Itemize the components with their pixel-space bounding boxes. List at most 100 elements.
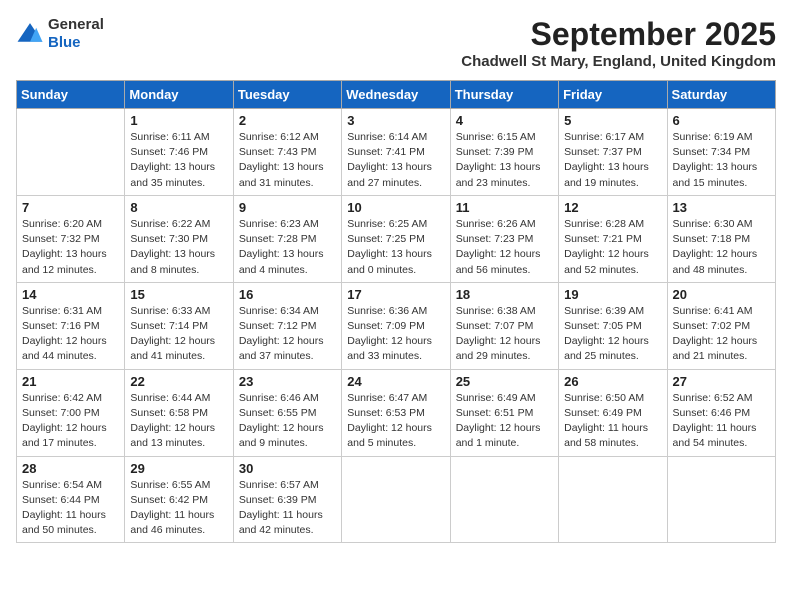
weekday-header-thursday: Thursday xyxy=(450,81,558,109)
day-info: Sunrise: 6:23 AM Sunset: 7:28 PM Dayligh… xyxy=(239,217,336,278)
day-info: Sunrise: 6:22 AM Sunset: 7:30 PM Dayligh… xyxy=(130,217,227,278)
day-cell-17: 17 Sunrise: 6:36 AM Sunset: 7:09 PM Dayli… xyxy=(342,282,450,369)
day-cell-2: 2 Sunrise: 6:12 AM Sunset: 7:43 PM Daylig… xyxy=(233,109,341,196)
day-number: 25 xyxy=(456,374,553,389)
day-info: Sunrise: 6:42 AM Sunset: 7:00 PM Dayligh… xyxy=(22,391,119,452)
day-info: Sunrise: 6:39 AM Sunset: 7:05 PM Dayligh… xyxy=(564,304,661,365)
empty-cell xyxy=(450,456,558,543)
page-header: General Blue September 2025 Chadwell St … xyxy=(16,16,776,70)
day-number: 10 xyxy=(347,200,444,215)
day-info: Sunrise: 6:26 AM Sunset: 7:23 PM Dayligh… xyxy=(456,217,553,278)
day-cell-16: 16Sunrise: 6:34 AM Sunset: 7:12 PM Dayli… xyxy=(233,282,341,369)
day-info: Sunrise: 6:30 AM Sunset: 7:18 PM Dayligh… xyxy=(673,217,770,278)
logo: General Blue xyxy=(16,16,104,52)
day-number: 5 xyxy=(564,113,661,128)
day-cell-20: 20 Sunrise: 6:41 AM Sunset: 7:02 PM Dayli… xyxy=(667,282,775,369)
weekday-header-tuesday: Tuesday xyxy=(233,81,341,109)
weekday-header-sunday: Sunday xyxy=(17,81,125,109)
day-cell-18: 18Sunrise: 6:38 AM Sunset: 7:07 PM Dayli… xyxy=(450,282,558,369)
day-cell-1: 1 Sunrise: 6:11 AM Sunset: 7:46 PM Daylig… xyxy=(125,109,233,196)
day-number: 3 xyxy=(347,113,444,128)
day-number: 4 xyxy=(456,113,553,128)
day-info: Sunrise: 6:14 AM Sunset: 7:41 PM Dayligh… xyxy=(347,130,444,191)
day-number: 13 xyxy=(673,200,770,215)
day-number: 8 xyxy=(130,200,227,215)
day-info: Sunrise: 6:52 AM Sunset: 6:46 PM Dayligh… xyxy=(673,391,770,452)
day-number: 11 xyxy=(456,200,553,215)
day-cell-25: 25Sunrise: 6:49 AM Sunset: 6:51 PM Dayli… xyxy=(450,369,558,456)
day-cell-13: 13 Sunrise: 6:30 AM Sunset: 7:18 PM Dayli… xyxy=(667,195,775,282)
day-info: Sunrise: 6:19 AM Sunset: 7:34 PM Dayligh… xyxy=(673,130,770,191)
day-info: Sunrise: 6:41 AM Sunset: 7:02 PM Dayligh… xyxy=(673,304,770,365)
month-title: September 2025 xyxy=(461,16,776,53)
day-info: Sunrise: 6:50 AM Sunset: 6:49 PM Dayligh… xyxy=(564,391,661,452)
day-number: 17 xyxy=(347,287,444,302)
day-number: 15 xyxy=(130,287,227,302)
week-row-5: 28 Sunrise: 6:54 AM Sunset: 6:44 PM Dayli… xyxy=(17,456,776,543)
day-number: 18 xyxy=(456,287,553,302)
day-info: Sunrise: 6:17 AM Sunset: 7:37 PM Dayligh… xyxy=(564,130,661,191)
day-cell-10: 10 Sunrise: 6:25 AM Sunset: 7:25 PM Dayli… xyxy=(342,195,450,282)
day-number: 21 xyxy=(22,374,119,389)
day-number: 29 xyxy=(130,461,227,476)
day-number: 16 xyxy=(239,287,336,302)
day-number: 14 xyxy=(22,287,119,302)
day-number: 12 xyxy=(564,200,661,215)
day-cell-21: 21 Sunrise: 6:42 AM Sunset: 7:00 PM Dayli… xyxy=(17,369,125,456)
day-cell-29: 29 Sunrise: 6:55 AM Sunset: 6:42 PM Dayli… xyxy=(125,456,233,543)
day-number: 24 xyxy=(347,374,444,389)
day-number: 19 xyxy=(564,287,661,302)
weekday-header-row: SundayMondayTuesdayWednesdayThursdayFrid… xyxy=(17,81,776,109)
day-cell-24: 24 Sunrise: 6:47 AM Sunset: 6:53 PM Dayli… xyxy=(342,369,450,456)
day-info: Sunrise: 6:12 AM Sunset: 7:43 PM Dayligh… xyxy=(239,130,336,191)
day-number: 9 xyxy=(239,200,336,215)
day-cell-7: 7 Sunrise: 6:20 AM Sunset: 7:32 PM Daylig… xyxy=(17,195,125,282)
day-info: Sunrise: 6:47 AM Sunset: 6:53 PM Dayligh… xyxy=(347,391,444,452)
week-row-1: 1 Sunrise: 6:11 AM Sunset: 7:46 PM Daylig… xyxy=(17,109,776,196)
day-info: Sunrise: 6:44 AM Sunset: 6:58 PM Dayligh… xyxy=(130,391,227,452)
day-info: Sunrise: 6:31 AM Sunset: 7:16 PM Dayligh… xyxy=(22,304,119,365)
weekday-header-saturday: Saturday xyxy=(667,81,775,109)
day-info: Sunrise: 6:28 AM Sunset: 7:21 PM Dayligh… xyxy=(564,217,661,278)
location: Chadwell St Mary, England, United Kingdo… xyxy=(461,53,776,70)
day-cell-14: 14 Sunrise: 6:31 AM Sunset: 7:16 PM Dayli… xyxy=(17,282,125,369)
day-cell-12: 12 Sunrise: 6:28 AM Sunset: 7:21 PM Dayli… xyxy=(559,195,667,282)
day-info: Sunrise: 6:11 AM Sunset: 7:46 PM Dayligh… xyxy=(130,130,227,191)
day-info: Sunrise: 6:54 AM Sunset: 6:44 PM Dayligh… xyxy=(22,478,119,539)
day-number: 2 xyxy=(239,113,336,128)
day-info: Sunrise: 6:25 AM Sunset: 7:25 PM Dayligh… xyxy=(347,217,444,278)
day-number: 7 xyxy=(22,200,119,215)
day-info: Sunrise: 6:55 AM Sunset: 6:42 PM Dayligh… xyxy=(130,478,227,539)
day-cell-4: 4 Sunrise: 6:15 AM Sunset: 7:39 PM Daylig… xyxy=(450,109,558,196)
day-info: Sunrise: 6:57 AM Sunset: 6:39 PM Dayligh… xyxy=(239,478,336,539)
day-number: 28 xyxy=(22,461,119,476)
title-area: September 2025 Chadwell St Mary, England… xyxy=(461,16,776,70)
day-number: 22 xyxy=(130,374,227,389)
week-row-4: 21 Sunrise: 6:42 AM Sunset: 7:00 PM Dayli… xyxy=(17,369,776,456)
day-info: Sunrise: 6:20 AM Sunset: 7:32 PM Dayligh… xyxy=(22,217,119,278)
logo-icon xyxy=(16,20,44,48)
empty-cell xyxy=(667,456,775,543)
day-number: 23 xyxy=(239,374,336,389)
day-cell-28: 28 Sunrise: 6:54 AM Sunset: 6:44 PM Dayli… xyxy=(17,456,125,543)
logo-text: General Blue xyxy=(48,16,104,52)
empty-cell xyxy=(342,456,450,543)
day-cell-9: 9 Sunrise: 6:23 AM Sunset: 7:28 PM Daylig… xyxy=(233,195,341,282)
day-cell-6: 6Sunrise: 6:19 AM Sunset: 7:34 PM Daylig… xyxy=(667,109,775,196)
day-info: Sunrise: 6:46 AM Sunset: 6:55 PM Dayligh… xyxy=(239,391,336,452)
day-number: 1 xyxy=(130,113,227,128)
day-cell-27: 27 Sunrise: 6:52 AM Sunset: 6:46 PM Dayli… xyxy=(667,369,775,456)
day-number: 20 xyxy=(673,287,770,302)
day-cell-19: 19 Sunrise: 6:39 AM Sunset: 7:05 PM Dayli… xyxy=(559,282,667,369)
day-info: Sunrise: 6:36 AM Sunset: 7:09 PM Dayligh… xyxy=(347,304,444,365)
day-number: 27 xyxy=(673,374,770,389)
weekday-header-monday: Monday xyxy=(125,81,233,109)
calendar-table: SundayMondayTuesdayWednesdayThursdayFrid… xyxy=(16,80,776,543)
day-info: Sunrise: 6:15 AM Sunset: 7:39 PM Dayligh… xyxy=(456,130,553,191)
day-cell-15: 15Sunrise: 6:33 AM Sunset: 7:14 PM Dayli… xyxy=(125,282,233,369)
empty-cell xyxy=(559,456,667,543)
day-cell-8: 8 Sunrise: 6:22 AM Sunset: 7:30 PM Daylig… xyxy=(125,195,233,282)
day-cell-11: 11 Sunrise: 6:26 AM Sunset: 7:23 PM Dayli… xyxy=(450,195,558,282)
day-cell-5: 5 Sunrise: 6:17 AM Sunset: 7:37 PM Daylig… xyxy=(559,109,667,196)
day-number: 26 xyxy=(564,374,661,389)
